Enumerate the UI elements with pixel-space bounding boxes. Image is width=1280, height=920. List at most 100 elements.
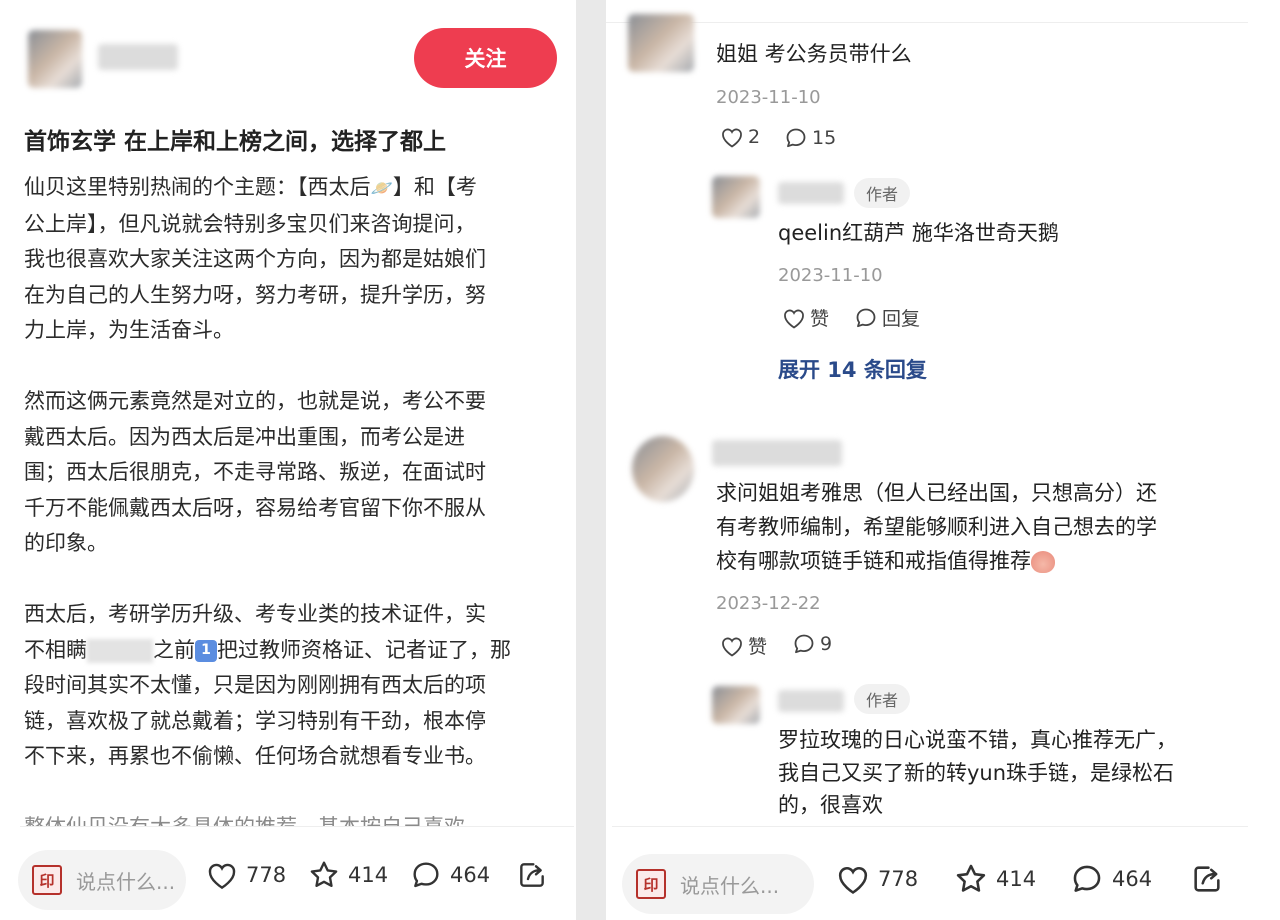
collect-button[interactable]: 414 <box>954 834 1036 920</box>
reply-text-line: 的，很喜欢 <box>778 793 883 817</box>
post-line: 西太后，考研学历升级、考专业类的技术证件，实 <box>24 602 486 626</box>
post-body: 仙贝这里特别热闹的个主题：【西太后🪐】和【考 公上岸】，但凡说就会特别多宝贝们来… <box>24 170 559 826</box>
post-line: 的印象。 <box>24 531 108 555</box>
reply-text-line: 罗拉玫瑰的日心说蛮不错，真心推荐无广， <box>778 728 1177 752</box>
comment-like-button[interactable]: 2 <box>720 126 760 148</box>
comment-bubble-icon <box>794 634 814 654</box>
like-count: 778 <box>246 863 287 887</box>
planet-emoji-icon: 🪐 <box>370 178 393 199</box>
collect-button[interactable]: 414 <box>308 830 388 920</box>
post-line: 公上岸】，但凡说就会特别多宝贝们来咨询提问， <box>24 211 476 236</box>
stamp-icon: 印 <box>32 865 62 895</box>
author-badge: 作者 <box>854 684 911 714</box>
reply-count: 9 <box>820 633 833 655</box>
comment-reply-button[interactable]: 15 <box>784 126 836 150</box>
reply-count: 15 <box>812 127 837 149</box>
comment-input[interactable]: 印 说点什么... <box>622 854 814 914</box>
sticker-emoji-icon <box>1031 551 1055 573</box>
expand-replies-link[interactable]: 展开 14 条回复 <box>778 354 927 384</box>
share-icon <box>520 863 544 887</box>
like-button[interactable]: 778 <box>836 834 918 920</box>
post-line: 在为自己的人生努力呀，努力考研，提升学历，努 <box>24 282 486 307</box>
reply-like-button[interactable]: 赞 <box>782 304 829 331</box>
star-icon <box>310 861 338 887</box>
post-line-truncated: 整体仙贝没有太多具体的推荐，基本按自己喜欢 <box>24 810 559 826</box>
comment-text-line: 求问姐姐考雅思（但人已经出国，只想高分）还 <box>716 481 1157 505</box>
commenter-avatar[interactable] <box>628 14 694 72</box>
post-line: 段时间其实不太懂，只是因为刚刚拥有西太后的项 <box>24 673 486 697</box>
reply-text: qeelin红葫芦 施华洛世奇天鹅 <box>778 221 1059 245</box>
follow-button[interactable]: 关注 <box>414 28 557 88</box>
stamp-icon: 印 <box>636 869 666 899</box>
share-icon <box>1194 866 1220 892</box>
commenter-name[interactable] <box>712 440 842 466</box>
comment-date: 2023-11-10 <box>716 87 821 108</box>
comment-text: 姐姐 考公务员带什么 <box>716 42 912 66</box>
post-line: 链，喜欢极了就总戴着；学习特别有干劲，根本停 <box>24 708 486 733</box>
like-button[interactable]: 778 <box>206 830 286 920</box>
post-line: 围；西太后很朋克，不走寻常路、叛逆，在面试时 <box>24 460 486 484</box>
bottom-action-bar: 印 说点什么... 778 414 464 <box>606 830 1280 920</box>
heart-icon <box>722 128 742 148</box>
comment-placeholder: 说点什么... <box>76 869 176 894</box>
share-button[interactable] <box>1190 834 1224 920</box>
comment-button[interactable]: 464 <box>1070 834 1152 920</box>
post-line: 戴西太后。因为西太后是冲出重围，而考公是进 <box>24 424 465 449</box>
reply-label: 回复 <box>882 308 921 330</box>
divider <box>612 826 1248 827</box>
post-text: 】和【考 <box>392 175 477 199</box>
share-button[interactable] <box>516 830 548 920</box>
reply-text-line: 我自己又买了新的转yun珠手链，是绿松石 <box>778 761 1175 785</box>
comment-placeholder: 说点什么... <box>680 873 780 898</box>
author-reply-name[interactable] <box>778 690 844 712</box>
collect-count: 414 <box>996 867 1037 891</box>
like-count: 2 <box>748 126 761 148</box>
star-icon <box>956 864 986 892</box>
post-line: 仙贝这里特别热闹的个主题：【西太后🪐】和【考 <box>24 170 559 207</box>
comment-text-line: 校有哪款项链手链和戒指值得推荐 <box>716 544 1055 578</box>
comment-reply-button[interactable]: 9 <box>792 632 832 656</box>
heart-icon <box>838 867 868 894</box>
like-label: 赞 <box>748 636 768 658</box>
post-text: 把过教师资格证、记者证了，那 <box>217 637 511 662</box>
author-reply-name[interactable] <box>778 182 844 204</box>
post-title: 首饰玄学 在上岸和上榜之间，选择了都上 <box>24 129 447 155</box>
commenter-avatar[interactable] <box>632 436 694 502</box>
reply-reply-button[interactable]: 回复 <box>854 304 920 331</box>
post-line: 我也很喜欢大家关注这两个方向，因为都是姑娘们 <box>24 247 486 271</box>
author-badge: 作者 <box>854 178 911 208</box>
author-name[interactable] <box>98 44 178 70</box>
post-line: 不相瞒 之前 1 把过教师资格证、记者证了，那 <box>24 633 559 669</box>
post-text: 仙贝这里特别热闹的个主题：【西太后 <box>24 175 371 199</box>
comment-like-button[interactable]: 赞 <box>720 632 767 659</box>
post-text: 不相瞒 <box>24 637 87 662</box>
comment-bubble-icon <box>1073 865 1101 892</box>
comment-date: 2023-12-22 <box>716 593 821 614</box>
comment-text-line: 有考教师编制，希望能够顺利进入自己想去的学 <box>716 515 1157 539</box>
author-reply-avatar[interactable] <box>712 176 760 218</box>
comment-bubble-icon <box>413 862 439 888</box>
heart-icon <box>784 309 804 329</box>
author-reply-avatar[interactable] <box>712 686 760 724</box>
comment-button[interactable]: 464 <box>410 830 490 920</box>
comment-count: 464 <box>450 863 491 887</box>
keycap-one-icon: 1 <box>195 639 217 662</box>
comment-bubble-icon <box>786 128 806 148</box>
comment-bubble-icon <box>856 308 876 327</box>
post-line: 然而这俩元素竟然是对立的，也就是说，考公不要 <box>24 389 486 413</box>
post-panel: 关注 首饰玄学 在上岸和上榜之间，选择了都上 仙贝这里特别热闹的个主题：【西太后… <box>0 0 576 920</box>
divider <box>20 826 574 827</box>
like-count: 778 <box>878 867 919 891</box>
post-text: 之前 <box>153 637 195 662</box>
heart-icon <box>722 637 742 657</box>
comment-input[interactable]: 印 说点什么... <box>18 850 186 910</box>
post-line: 不下来，再累也不偷懒、任何场合就想看专业书。 <box>24 744 486 768</box>
author-avatar[interactable] <box>28 30 82 88</box>
collect-count: 414 <box>348 863 389 887</box>
reply-date: 2023-11-10 <box>778 265 883 286</box>
post-line: 力上岸，为生活奋斗。 <box>24 318 234 342</box>
post-line: 千万不能佩戴西太后呀，容易给考官留下你不服从 <box>24 495 486 520</box>
heart-icon <box>208 863 236 890</box>
redacted-text <box>87 638 153 663</box>
comment-text: 校有哪款项链手链和戒指值得推荐 <box>716 549 1031 573</box>
